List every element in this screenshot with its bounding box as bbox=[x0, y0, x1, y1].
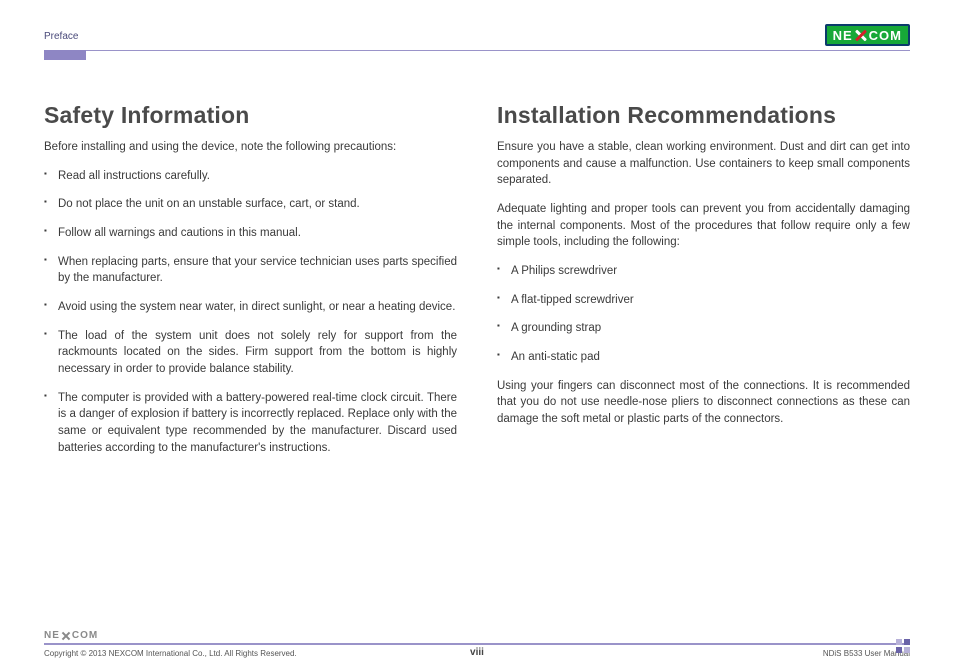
safety-heading: Safety Information bbox=[44, 102, 457, 129]
footer-logo: NE COM bbox=[44, 630, 910, 641]
footer-logo-left: NE bbox=[44, 630, 60, 641]
list-item: A grounding strap bbox=[497, 320, 910, 337]
header-tab-strip bbox=[44, 50, 910, 60]
install-p3: Using your fingers can disconnect most o… bbox=[497, 378, 910, 428]
right-column: Installation Recommendations Ensure you … bbox=[497, 102, 910, 468]
list-item: When replacing parts, ensure that your s… bbox=[44, 254, 457, 287]
list-item: Follow all warnings and cautions in this… bbox=[44, 225, 457, 242]
copyright-text: Copyright © 2013 NEXCOM International Co… bbox=[44, 649, 297, 658]
header-tab-marker bbox=[44, 50, 86, 60]
brand-logo: NE COM bbox=[825, 24, 910, 46]
safety-list: Read all instructions carefully. Do not … bbox=[44, 168, 457, 457]
list-item: An anti-static pad bbox=[497, 349, 910, 366]
list-item: Read all instructions carefully. bbox=[44, 168, 457, 185]
tools-list: A Philips screwdriver A flat-tipped scre… bbox=[497, 263, 910, 366]
install-heading: Installation Recommendations bbox=[497, 102, 910, 129]
content-columns: Safety Information Before installing and… bbox=[44, 60, 910, 468]
header-bar: Preface NE COM bbox=[44, 18, 910, 46]
list-item: A flat-tipped screwdriver bbox=[497, 292, 910, 309]
install-p1: Ensure you have a stable, clean working … bbox=[497, 139, 910, 189]
list-item: The load of the system unit does not sol… bbox=[44, 328, 457, 378]
footer-logo-x-icon bbox=[61, 631, 71, 641]
footer-row: Copyright © 2013 NEXCOM International Co… bbox=[44, 649, 910, 658]
install-p2: Adequate lighting and proper tools can p… bbox=[497, 201, 910, 251]
footer-rule bbox=[44, 643, 910, 645]
list-item: Avoid using the system near water, in di… bbox=[44, 299, 457, 316]
footer-ornament-icon bbox=[896, 639, 910, 653]
list-item: A Philips screwdriver bbox=[497, 263, 910, 280]
logo-text-right: COM bbox=[869, 28, 902, 43]
page-number: viii bbox=[470, 647, 484, 658]
safety-intro: Before installing and using the device, … bbox=[44, 139, 457, 156]
logo-box: NE COM bbox=[825, 24, 910, 46]
section-label: Preface bbox=[44, 31, 78, 46]
footer-logo-right: COM bbox=[72, 630, 98, 641]
footer: NE COM Copyright © 2013 NEXCOM Internati… bbox=[44, 630, 910, 658]
page: Preface NE COM Safety Information Before… bbox=[0, 0, 954, 672]
list-item: The computer is provided with a battery-… bbox=[44, 390, 457, 457]
logo-text-left: NE bbox=[833, 28, 853, 43]
list-item: Do not place the unit on an unstable sur… bbox=[44, 196, 457, 213]
left-column: Safety Information Before installing and… bbox=[44, 102, 457, 468]
logo-x-icon bbox=[854, 28, 868, 42]
